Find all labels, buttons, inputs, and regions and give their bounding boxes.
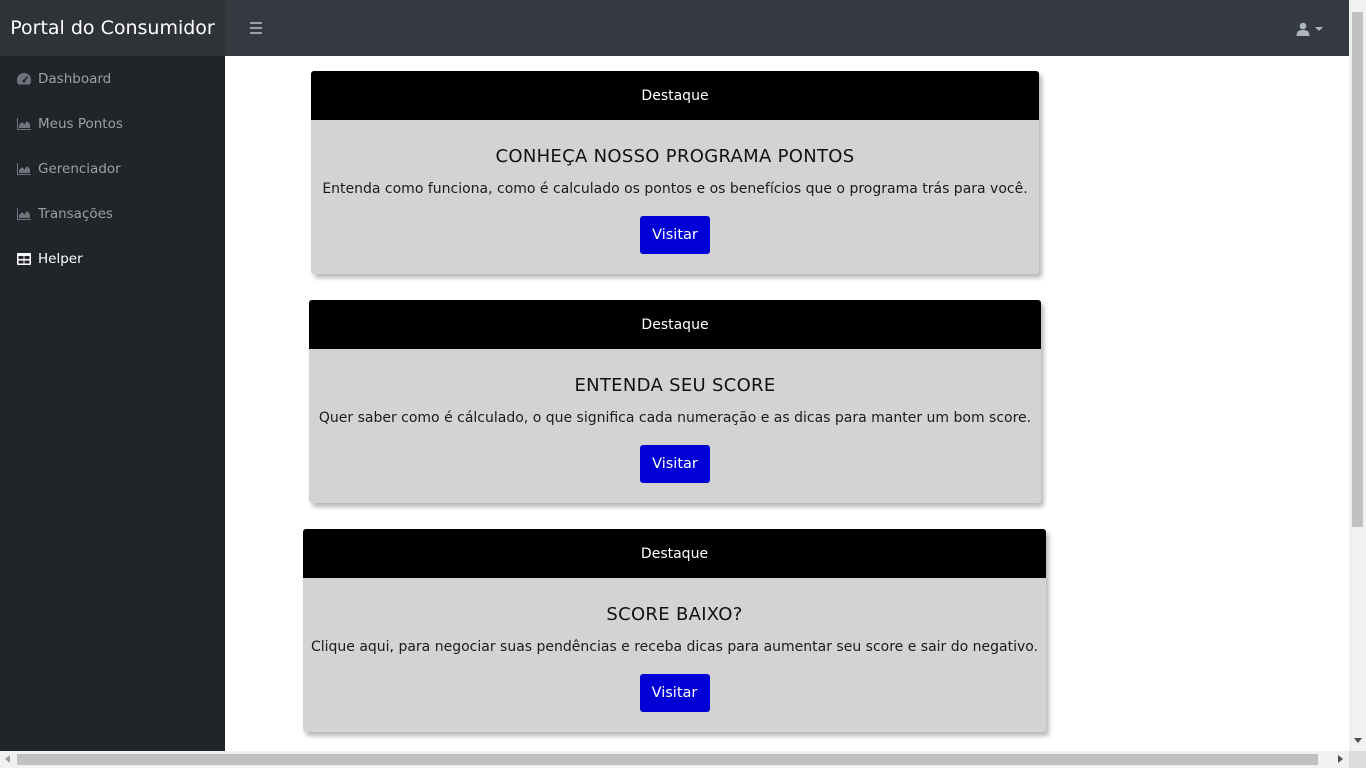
featured-card: Destaque ENTENDA SEU SCORE Quer saber co… [309,300,1041,503]
sidebar-item-label: Dashboard [38,70,112,87]
sidebar-item-label: Meus Pontos [38,115,123,132]
sidebar-item-meus-pontos[interactable]: Meus Pontos [0,101,225,146]
card-title: CONHEÇA NOSSO PROGRAMA PONTOS [495,146,855,167]
sidebar: Dashboard Meus Pontos Gerenciador Transa… [0,56,225,751]
card-header: Destaque [303,529,1046,578]
sidebar-item-transacoes[interactable]: Transações [0,191,225,236]
app-title[interactable]: Portal do Consumidor [0,0,225,56]
user-icon [1296,22,1310,36]
card-text: Entenda como funciona, como é calculado … [322,181,1028,197]
scroll-left-icon[interactable] [5,755,10,763]
user-menu-button[interactable] [1296,19,1328,39]
visit-button[interactable]: Visitar [639,674,710,712]
featured-card: Destaque CONHEÇA NOSSO PROGRAMA PONTOS E… [311,71,1039,274]
sidebar-item-helper[interactable]: Helper [0,236,225,281]
card-header: Destaque [309,300,1041,349]
horizontal-scrollbar-thumb[interactable] [17,754,1318,765]
area-chart-icon [16,207,32,221]
table-icon [16,252,32,266]
sidebar-item-label: Helper [38,250,83,267]
sidebar-item-gerenciador[interactable]: Gerenciador [0,146,225,191]
vertical-scrollbar-thumb[interactable] [1352,12,1363,527]
scroll-down-icon[interactable] [1354,738,1362,743]
sidebar-item-label: Transações [38,205,113,222]
vertical-scrollbar[interactable] [1349,0,1366,751]
card-text: Quer saber como é cálculado, o que signi… [318,410,1032,426]
area-chart-icon [16,117,32,131]
sidebar-item-dashboard[interactable]: Dashboard [0,56,225,101]
visit-button[interactable]: Visitar [640,216,710,254]
main-content: Destaque CONHEÇA NOSSO PROGRAMA PONTOS E… [225,56,1349,751]
chevron-down-icon [1315,27,1323,31]
tachometer-icon [16,72,32,86]
scroll-right-icon[interactable] [1338,755,1343,763]
card-title: SCORE BAIXO? [606,604,743,625]
hamburger-icon[interactable] [248,18,264,38]
horizontal-scrollbar[interactable] [0,751,1349,768]
top-navbar: Portal do Consumidor [0,0,1349,56]
featured-card: Destaque SCORE BAIXO? Clique aqui, para … [303,529,1046,732]
sidebar-item-label: Gerenciador [38,160,121,177]
visit-button[interactable]: Visitar [640,445,710,483]
card-title: ENTENDA SEU SCORE [574,375,776,396]
scrollbar-corner [1349,751,1366,768]
area-chart-icon [16,162,32,176]
card-text: Clique aqui, para negociar suas pendênci… [310,639,1039,655]
card-header: Destaque [311,71,1039,120]
